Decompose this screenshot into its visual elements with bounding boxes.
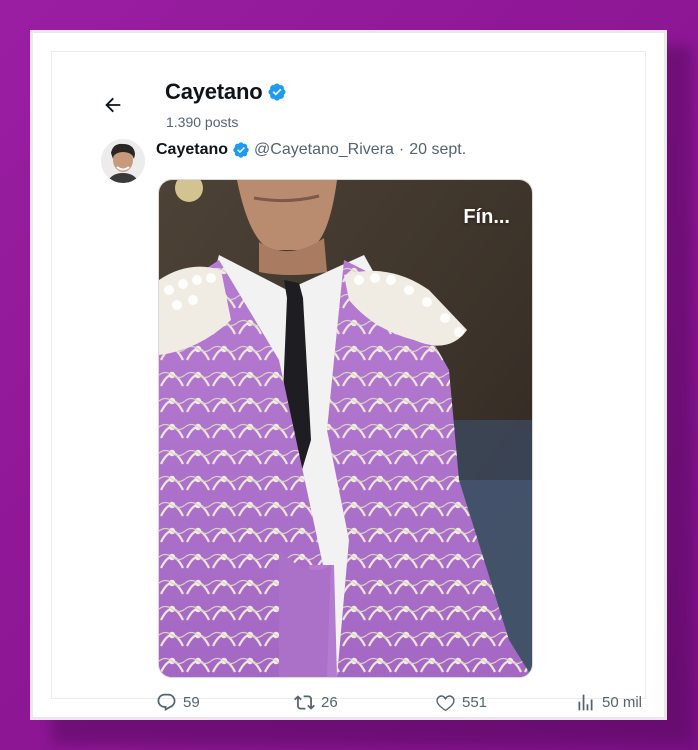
header-title-row: Cayetano [165,79,287,105]
verified-badge-icon [233,142,249,158]
views-count: 50 mil [602,694,643,711]
comment-icon [157,693,176,711]
verified-badge-icon [268,83,286,101]
retweet-count: 26 [321,694,338,711]
tweet-actions: 59 26 551 50 mil [156,692,656,718]
tweet-panel: Cayetano 1.390 posts Cayetano @Cayetano_… [51,51,646,712]
tweet-date[interactable]: 20 sept. [409,141,466,159]
avatar[interactable] [101,139,145,183]
like-count: 551 [462,694,488,711]
reply-button[interactable]: 59 [156,692,200,713]
views-button[interactable]: 50 mil [575,692,642,713]
page-title: Cayetano [165,79,263,104]
author-name[interactable]: Cayetano [156,141,228,159]
retweet-button[interactable]: 26 [294,692,338,713]
reply-count: 59 [183,694,200,711]
meta-separator: · [398,141,405,158]
image-overlay-text: Fín... [463,206,510,228]
arrow-left-icon[interactable] [102,94,124,116]
profile-header: Cayetano 1.390 posts [52,52,645,132]
retweet-icon [294,695,315,710]
screenshot-card: Cayetano 1.390 posts Cayetano @Cayetano_… [30,30,667,720]
bar-chart-icon [578,694,593,711]
tweet-photo[interactable]: Fín... [158,179,533,678]
tweet-meta: Cayetano @Cayetano_Rivera · 20 sept. [156,141,466,159]
heart-icon [436,695,455,712]
author-handle[interactable]: @Cayetano_Rivera [254,141,394,159]
like-button[interactable]: 551 [435,692,487,713]
posts-count: 1.390 posts [166,114,239,130]
